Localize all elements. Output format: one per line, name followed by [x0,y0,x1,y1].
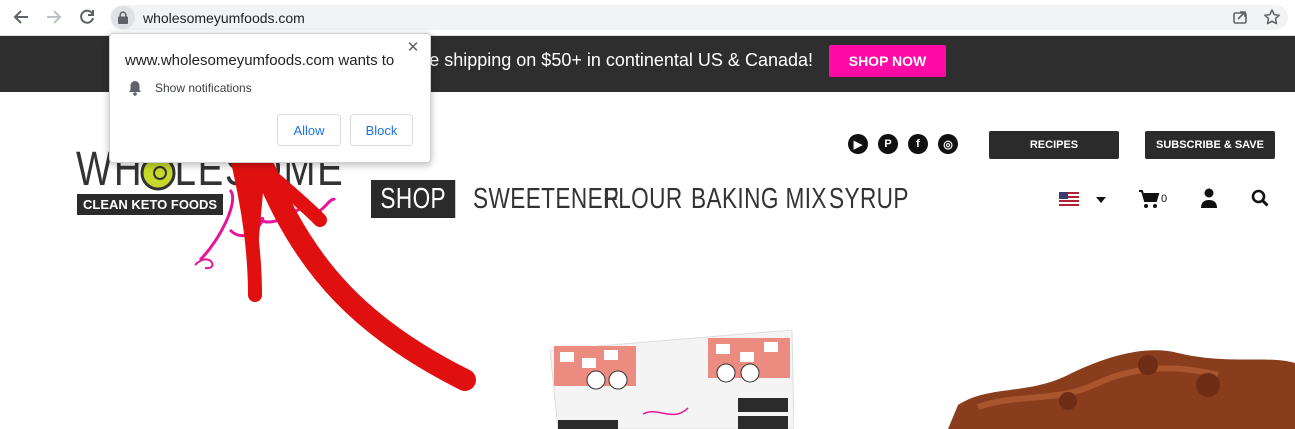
forward-arrow-icon[interactable] [43,6,65,28]
nav-sweetener[interactable]: SWEETENER [473,180,620,218]
bell-icon [129,81,141,96]
red-arrow-annotation [226,133,476,391]
reload-icon[interactable] [76,6,98,28]
nav-syrup[interactable]: SYRUP [829,180,909,218]
permission-label: Show notifications [155,81,252,95]
nav-baking-mix[interactable]: BAKING MIX [691,180,827,218]
allow-button[interactable]: Allow [277,114,341,146]
cart-count: 0 [1161,193,1168,205]
instagram-icon[interactable]: ◎ [938,134,958,154]
us-flag-icon[interactable] [1059,192,1079,206]
facebook-icon[interactable]: f [908,134,928,154]
close-icon[interactable]: ✕ [404,38,422,56]
product-package-image[interactable] [548,328,794,429]
lock-icon[interactable] [111,6,135,29]
url-text[interactable]: wholesomeyumfoods.com [143,10,305,26]
permission-title: www.wholesomeyumfoods.com wants to [125,52,395,69]
nav-flour[interactable]: FLOUR [604,180,683,218]
pinterest-icon[interactable]: P [878,134,898,154]
block-button[interactable]: Block [350,114,413,146]
brownie-image [948,350,1295,429]
star-icon[interactable] [1263,8,1281,26]
share-icon[interactable] [1231,8,1249,26]
chevron-down-icon[interactable] [1095,192,1107,204]
recipes-button[interactable]: RECIPES [989,131,1119,159]
search-icon[interactable] [1251,189,1269,207]
back-arrow-icon[interactable] [10,6,32,28]
subscribe-save-button[interactable]: SUBSCRIBE & SAVE [1145,131,1275,159]
cart-icon[interactable] [1138,189,1160,209]
youtube-icon[interactable]: ▶ [848,134,868,154]
shop-now-button[interactable]: SHOP NOW [829,45,946,77]
account-icon[interactable] [1200,188,1218,208]
